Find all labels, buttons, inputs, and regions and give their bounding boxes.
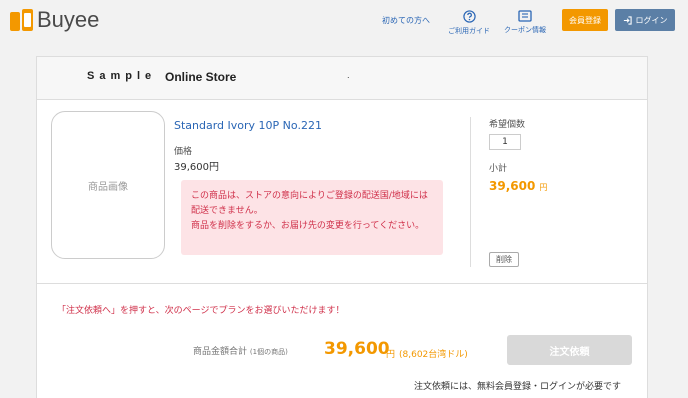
shipping-warning: この商品は、ストアの意向によりご登録の配送国/地域には配送できません。 商品を削… — [181, 180, 443, 255]
question-circle-icon — [462, 10, 476, 23]
order-notice: 「注文依頼へ」を押すと、次のページでプランをお選びいただけます！ — [57, 306, 345, 316]
total-unit: 円 — [386, 350, 396, 360]
subtotal-unit: 円 — [539, 183, 548, 192]
warning-line-1: この商品は、ストアの意向によりご登録の配送国/地域には配送できません。 — [191, 191, 428, 216]
nav-user-guide-label: ご利用ガイド — [448, 27, 490, 35]
cart-panel: Sample Online Store . 商品画像 Standard Ivor… — [36, 56, 648, 398]
product-image-label: 商品画像 — [88, 181, 128, 193]
nav-user-guide[interactable]: ご利用ガイド — [447, 10, 491, 36]
column-divider — [470, 117, 471, 267]
buyee-logo-icon — [10, 9, 34, 31]
total-label-text: 商品金額合計 — [193, 347, 248, 357]
total-item-count: (1個の商品) — [249, 348, 288, 356]
section-divider — [37, 283, 647, 284]
nav-coupon-info[interactable]: クーポン情報 — [502, 10, 548, 35]
nav-first-time[interactable]: 初めての方へ — [382, 15, 430, 26]
subtotal-amount: 39,600 — [489, 179, 536, 193]
price-label: 価格 — [174, 147, 193, 157]
register-button[interactable]: 会員登録 — [562, 9, 608, 31]
total-twd-amount: (8,602台湾ドル) — [399, 350, 468, 360]
order-login-note: 注文依頼には、無料会員登録・ログインが必要です — [414, 382, 622, 392]
buyee-logo[interactable]: Buyee — [10, 9, 99, 31]
coupon-icon — [518, 10, 532, 22]
delete-button[interactable]: 削除 — [489, 252, 519, 267]
nav-coupon-label: クーポン情報 — [504, 26, 546, 34]
subtotal-label: 小計 — [489, 164, 508, 174]
login-button-label: ログイン — [635, 15, 668, 25]
logo-text: Buyee — [37, 7, 100, 32]
warning-line-2: 商品を削除をするか、お届け先の変更を行ってください。 — [191, 221, 425, 231]
quantity-label: 希望個数 — [489, 120, 526, 130]
product-name-link[interactable]: Standard Ivory 10P No.221 — [174, 119, 322, 132]
store-sample-logo: Sample — [87, 70, 157, 82]
product-image-placeholder[interactable]: 商品画像 — [51, 111, 165, 259]
order-request-button[interactable]: 注文依頼 — [507, 335, 632, 365]
site-header: Buyee 初めての方へ ご利用ガイド クーポン情報 会員登録 ログイン — [0, 0, 688, 42]
price-value: 39,600円 — [174, 162, 219, 173]
total-amount: 39,600 — [324, 339, 390, 359]
total-label: 商品金額合計 (1個の商品) — [193, 344, 288, 357]
subtotal-value: 39,600 円 — [489, 179, 547, 193]
store-name-link[interactable]: Online Store — [165, 70, 236, 84]
store-header: Sample Online Store . — [37, 57, 647, 100]
login-icon — [623, 15, 632, 25]
quantity-input[interactable]: 1 — [489, 134, 521, 150]
store-dot: . — [347, 71, 350, 80]
login-button[interactable]: ログイン — [615, 9, 675, 31]
